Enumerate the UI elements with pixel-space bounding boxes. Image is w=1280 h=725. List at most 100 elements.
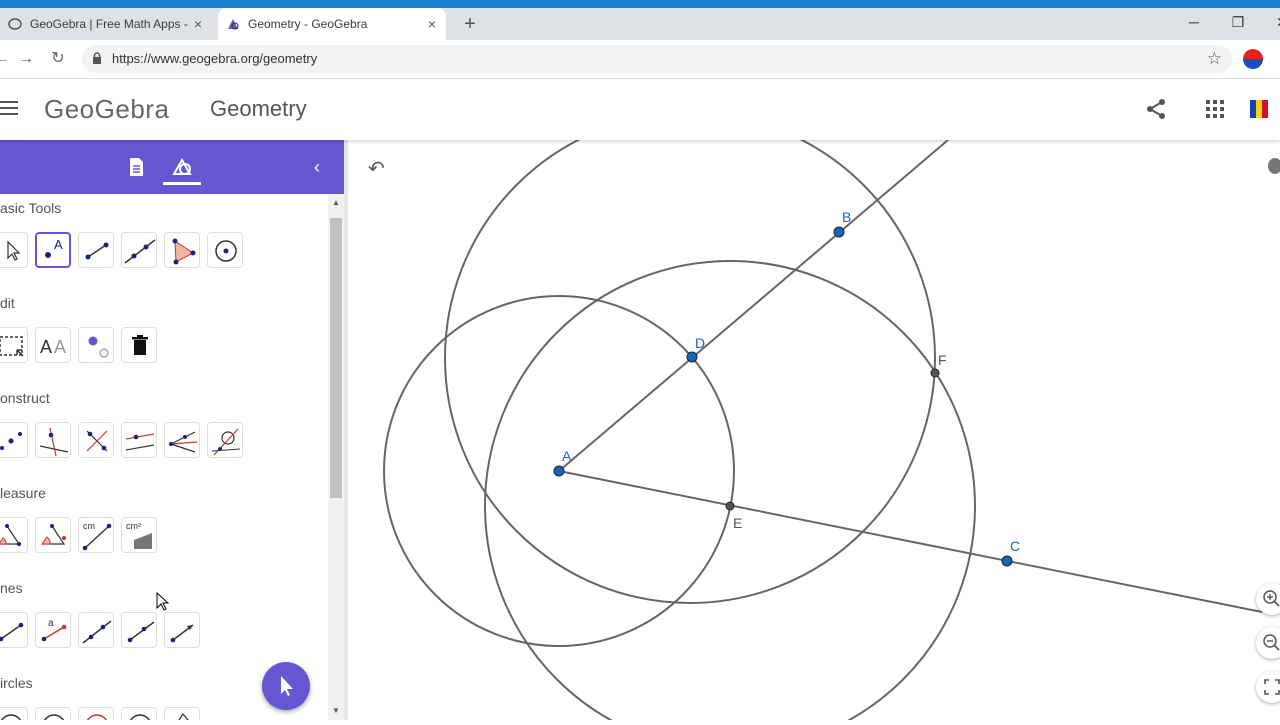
point-c[interactable] <box>1001 555 1013 567</box>
category-circles: ircles <box>0 675 33 691</box>
angle-icon <box>0 524 21 546</box>
circle-center-point-tool-button[interactable] <box>207 232 243 268</box>
semicircle-tool-button[interactable] <box>121 707 157 720</box>
angle-tool-button[interactable] <box>0 517 28 553</box>
algebra-view-icon[interactable] <box>125 156 147 178</box>
label-d: D <box>695 335 705 351</box>
angle-size-tool-button[interactable] <box>35 517 71 553</box>
browser-tab-geometry[interactable]: Geometry - GeoGebra × <box>218 8 446 40</box>
back-icon[interactable]: ← <box>0 49 12 69</box>
distance-icon: cm <box>82 521 112 551</box>
undo-icon[interactable]: ↶ <box>368 156 385 181</box>
minimize-button[interactable]: ─ <box>1172 8 1216 36</box>
tab-title: GeoGebra | Free Math Apps - used <box>30 17 190 31</box>
segment-tool-button[interactable] <box>0 612 28 648</box>
close-window-button[interactable]: ✕ <box>1260 8 1280 36</box>
line-tool-button[interactable] <box>121 232 157 268</box>
perpendicular-bisector-tool-button[interactable] <box>78 422 114 458</box>
circle-radius-tool-button[interactable] <box>35 707 71 720</box>
point-tool-button[interactable]: A <box>35 232 71 268</box>
tools-scrollbar[interactable]: ▲ ▼ <box>328 194 344 720</box>
side-panel-header: ‹ <box>0 140 344 194</box>
geometry-favicon-icon <box>226 17 240 31</box>
tangent-icon <box>211 428 241 456</box>
segment-length-tool-button[interactable]: a <box>35 612 71 648</box>
distance-tool-button[interactable]: cm <box>78 517 114 553</box>
select-rectangle-icon <box>0 336 24 357</box>
reload-icon[interactable]: ↻ <box>48 49 68 69</box>
category-lines: nes <box>0 580 23 596</box>
vector-tool-button[interactable] <box>164 612 200 648</box>
label-e: E <box>733 515 742 531</box>
menu-icon[interactable] <box>0 101 18 117</box>
graphics-view[interactable]: A B C D E F ↶ <box>348 112 1280 725</box>
point-e[interactable] <box>725 501 735 511</box>
scroll-up-icon[interactable]: ▲ <box>332 198 340 207</box>
browser-tab-geogebra-home[interactable]: GeoGebra | Free Math Apps - used × <box>0 8 212 40</box>
fullscreen-button[interactable] <box>1256 671 1280 703</box>
tools-view-icon[interactable] <box>171 156 193 178</box>
bookmark-star-icon[interactable]: ☆ <box>1207 49 1222 69</box>
text-style-icon: AA <box>40 337 66 357</box>
apps-grid-icon[interactable] <box>1206 100 1224 118</box>
show-hide-icon <box>88 336 109 358</box>
pointer-icon <box>281 676 293 696</box>
forward-icon[interactable]: → <box>16 49 36 69</box>
circle-radius-icon <box>43 714 65 720</box>
arc-icon <box>178 712 189 720</box>
move-arrow-icon <box>7 240 21 261</box>
mouse-cursor-icon <box>156 592 170 611</box>
restore-button[interactable]: ❐ <box>1216 8 1260 36</box>
zoom-in-button[interactable] <box>1256 583 1280 615</box>
share-icon[interactable] <box>1144 97 1168 121</box>
point-f[interactable] <box>930 368 940 378</box>
scroll-thumb[interactable] <box>330 218 342 498</box>
area-icon: cm² <box>126 521 152 549</box>
zoom-out-button[interactable] <box>1256 627 1280 659</box>
area-tool-button[interactable]: cm² <box>121 517 157 553</box>
close-tab-icon[interactable]: × <box>424 16 440 32</box>
profile-avatar[interactable] <box>1243 49 1263 69</box>
select-rectangle-tool-button[interactable] <box>0 327 28 363</box>
address-bar[interactable]: https://www.geogebra.org/geometry ☆ <box>82 45 1232 73</box>
collapse-panel-icon[interactable]: ‹ <box>314 157 320 178</box>
label-b: B <box>842 209 851 225</box>
scroll-down-icon[interactable]: ▼ <box>332 706 340 715</box>
point-a[interactable] <box>553 465 565 477</box>
point-b[interactable] <box>833 226 845 238</box>
move-mode-fab[interactable] <box>262 662 310 710</box>
move-tool-button[interactable] <box>0 232 28 268</box>
circle-centered-d[interactable] <box>444 112 936 604</box>
new-tab-button[interactable]: + <box>456 8 484 40</box>
parallel-tool-button[interactable] <box>121 422 157 458</box>
construction-canvas[interactable]: A B C D E F <box>348 112 1280 725</box>
language-flag-icon[interactable] <box>1250 100 1268 118</box>
tangent-tool-button[interactable] <box>207 422 243 458</box>
arc-tool-button[interactable] <box>164 707 200 720</box>
polygon-tool-button[interactable] <box>164 232 200 268</box>
point-d[interactable] <box>686 351 698 363</box>
perpendicular-tool-button[interactable] <box>35 422 71 458</box>
show-hide-tool-button[interactable] <box>78 327 114 363</box>
circle-tool-button[interactable] <box>0 707 28 720</box>
midpoint-tool-button[interactable] <box>0 422 28 458</box>
geogebra-logo: GeoGebra <box>44 94 170 124</box>
circle-centered-e[interactable] <box>484 260 976 725</box>
circle-icon <box>0 714 22 720</box>
segment-tool-button[interactable] <box>78 232 114 268</box>
line-icon <box>124 239 156 264</box>
line-tool-button[interactable] <box>78 612 114 648</box>
active-tab-indicator <box>163 182 201 185</box>
close-tab-icon[interactable]: × <box>190 16 206 32</box>
text-style-tool-button[interactable]: AA <box>35 327 71 363</box>
svg-text:A: A <box>54 237 63 252</box>
ray-tool-button[interactable] <box>121 612 157 648</box>
polygon-icon <box>172 238 196 265</box>
delete-tool-button[interactable] <box>121 327 157 363</box>
settings-gear-icon[interactable] <box>1268 158 1280 174</box>
ray-ac[interactable] <box>558 470 1263 613</box>
angle-bisector-tool-button[interactable] <box>164 422 200 458</box>
category-construct: onstruct <box>0 390 50 406</box>
svg-text:a: a <box>48 618 54 629</box>
compass-tool-button[interactable] <box>78 707 114 720</box>
